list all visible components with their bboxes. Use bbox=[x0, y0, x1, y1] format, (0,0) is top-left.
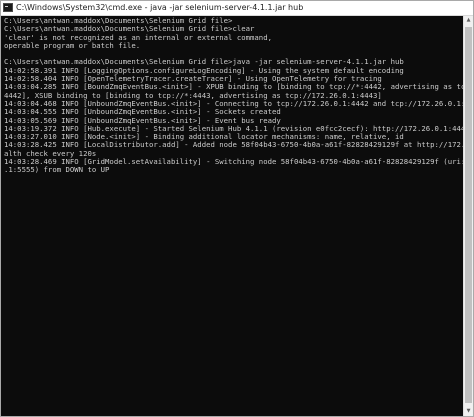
title-bar[interactable]: C:\Windows\System32\cmd.exe - java -jar … bbox=[1, 1, 473, 16]
console-line: C:\Users\antwan.maddox\Documents\Seleniu… bbox=[4, 25, 255, 34]
scrollbar-thumb[interactable] bbox=[465, 27, 472, 403]
console-line: 14:03:05.569 INFO [UnboundZmqEventBus.<i… bbox=[4, 116, 281, 125]
console-line: 14:03:28.469 INFO [GridModel.setAvailabi… bbox=[4, 158, 463, 167]
console-line: 14:02:58.391 INFO [LoggingOptions.config… bbox=[4, 66, 404, 75]
console-line: 14:02:58.404 INFO [OpenTelemetryTracer.c… bbox=[4, 75, 382, 84]
console-line: alth check every 120s bbox=[4, 149, 97, 158]
console-line: 4442], XSUB binding to [binding to tcp:/… bbox=[4, 91, 382, 100]
console-line: 14:03:04.555 INFO [UnboundZmqEventBus.<i… bbox=[4, 108, 281, 117]
cmd-icon[interactable] bbox=[3, 3, 13, 12]
console-line: 14:03:04.285 INFO [BoundZmqEventBus.<ini… bbox=[4, 83, 463, 92]
cmd-window: C:\Windows\System32\cmd.exe - java -jar … bbox=[0, 0, 474, 417]
chevron-down-icon[interactable]: ▼ bbox=[464, 407, 473, 416]
console-line: 14:03:04.468 INFO [UnboundZmqEventBus.<i… bbox=[4, 99, 463, 108]
console-line: 14:03:27.010 INFO [Node.<init>] - Bindin… bbox=[4, 133, 404, 142]
console-line: .1:5555) from DOWN to UP bbox=[4, 166, 110, 175]
console-line: 'clear' is not recognized as an internal… bbox=[4, 33, 272, 42]
console-line: 14:03:19.372 INFO [Hub.execute] - Starte… bbox=[4, 124, 463, 133]
console-line: operable program or batch file. bbox=[4, 41, 141, 50]
chevron-up-icon[interactable]: ▲ bbox=[464, 16, 473, 25]
window-title: C:\Windows\System32\cmd.exe - java -jar … bbox=[16, 3, 304, 12]
vertical-scrollbar[interactable]: ▲ ▼ bbox=[463, 16, 473, 416]
console-line: C:\Users\antwan.maddox\Documents\Seleniu… bbox=[4, 58, 404, 67]
console-line: 14:03:28.425 INFO [LocalDistributor.add]… bbox=[4, 141, 463, 150]
console-line: C:\Users\antwan.maddox\Documents\Seleniu… bbox=[4, 17, 233, 25]
console-output[interactable]: C:\Users\antwan.maddox\Documents\Seleniu… bbox=[1, 16, 463, 416]
